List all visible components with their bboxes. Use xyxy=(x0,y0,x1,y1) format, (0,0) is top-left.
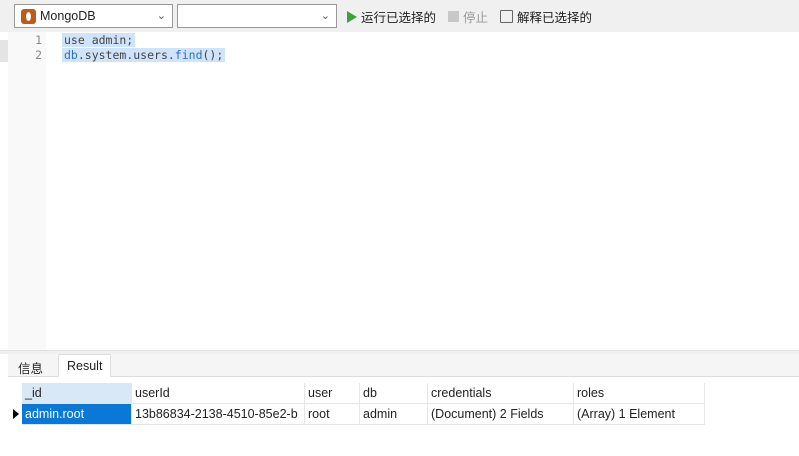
stop-label: 停止 xyxy=(463,11,489,25)
toolbar: MongoDB ⌄ ⌄ 运行已选择的 停止 解释已选择的 xyxy=(0,0,799,32)
chevron-down-icon: ⌄ xyxy=(156,10,166,22)
run-selected-button[interactable]: 运行已选择的 xyxy=(347,7,436,26)
line-number: 2 xyxy=(35,48,42,62)
table-cell[interactable]: root xyxy=(305,404,360,425)
table-cell[interactable]: (Array) 1 Element xyxy=(574,404,705,425)
table-cell[interactable]: (Document) 2 Fields xyxy=(428,404,574,425)
explain-selected-button[interactable]: 解释已选择的 xyxy=(500,7,592,26)
code-line-2[interactable]: db.system.users.find(); xyxy=(62,48,226,62)
line-gutter xyxy=(8,32,46,350)
table-row[interactable]: admin.root 13b86834-2138-4510-85e2-b roo… xyxy=(8,404,705,425)
column-header[interactable]: credentials xyxy=(428,383,574,404)
connection-label: MongoDB xyxy=(40,9,96,23)
chevron-down-icon: ⌄ xyxy=(320,10,330,22)
column-header[interactable]: _id xyxy=(22,383,132,404)
explain-icon xyxy=(500,10,513,23)
row-indicator-header xyxy=(8,383,22,404)
stop-icon xyxy=(448,11,459,22)
column-header[interactable]: db xyxy=(360,383,428,404)
table-cell[interactable]: admin xyxy=(360,404,428,425)
column-header[interactable]: userId xyxy=(132,383,305,404)
column-header[interactable]: roles xyxy=(574,383,705,404)
left-strip xyxy=(0,40,8,62)
stop-button[interactable]: 停止 xyxy=(448,7,488,26)
grid-header: _id userId user db credentials roles xyxy=(8,383,705,404)
result-grid: _id userId user db credentials roles adm… xyxy=(8,383,705,425)
database-select[interactable]: ⌄ xyxy=(177,4,337,28)
column-header[interactable]: user xyxy=(305,383,360,404)
code-token: find xyxy=(174,48,203,62)
connection-select[interactable]: MongoDB ⌄ xyxy=(14,4,173,28)
run-selected-label: 运行已选择的 xyxy=(361,11,437,25)
tab-result[interactable]: Result xyxy=(58,354,112,377)
current-row-arrow-icon xyxy=(13,409,19,419)
table-cell[interactable]: 13b86834-2138-4510-85e2-b xyxy=(132,404,305,425)
code-token: .system.users. xyxy=(77,48,175,62)
code-token: db xyxy=(64,48,78,62)
tab-info[interactable]: 信息 xyxy=(10,354,51,377)
play-icon xyxy=(347,10,357,23)
mongodb-icon xyxy=(21,8,36,24)
explain-selected-label: 解释已选择的 xyxy=(517,11,593,25)
code-line-1[interactable]: use admin; xyxy=(62,33,136,47)
line-number: 1 xyxy=(35,33,42,47)
table-cell[interactable]: admin.root xyxy=(22,404,132,425)
row-indicator xyxy=(8,404,22,425)
result-tabs: 信息 Result xyxy=(8,354,799,377)
code-token: (); xyxy=(202,48,224,62)
